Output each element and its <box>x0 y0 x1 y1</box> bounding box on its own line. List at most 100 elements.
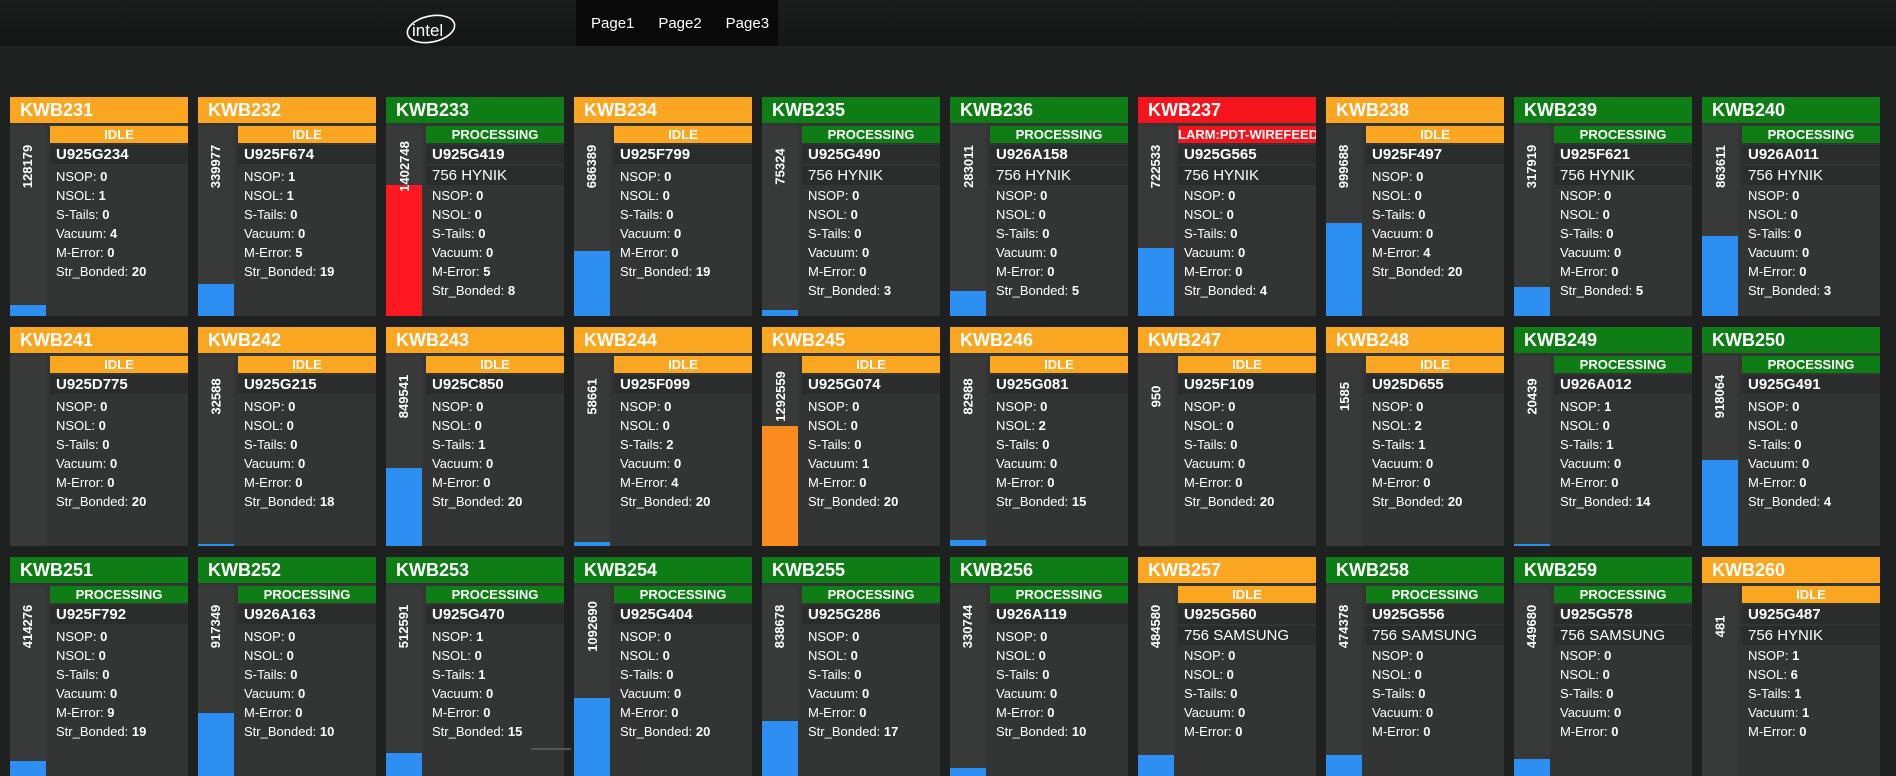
bar-fill <box>198 713 234 776</box>
machine-card[interactable]: KWB245 1292559 IDLE U925G074 NSOP: 0 NSOL: 0S… <box>762 327 940 546</box>
machine-card[interactable]: KWB247 950 IDLE U925F109 NSOP: 0 NSOL: 0 S-Tai… <box>1138 327 1316 546</box>
machine-card[interactable]: KWB237 722533 LARM:PDT-WIREFEED U925G565 756… <box>1138 97 1316 316</box>
unit-id: U925D775 <box>50 375 188 394</box>
stat-row: S-Tails: 0 <box>1184 435 1314 454</box>
machine-name: KWB234 <box>574 97 752 123</box>
stat-label: Str_Bonded: <box>1372 264 1445 279</box>
machine-card[interactable]: KWB238 999688 IDLE U925F497 NSOP: 0 NSOL: 0 S-… <box>1326 97 1504 316</box>
machine-card[interactable]: KWB231 128179 IDLE U925G234 NSOP: 0 NSOL: 1 S-… <box>10 97 188 316</box>
lot-count: 863611 <box>1712 144 1728 188</box>
stats-list: NSOP: 0 NSOL: 0 S-Tails: 0 Vacuum: 0 M-Error… <box>1748 397 1878 511</box>
stat-row: NSOL: 2 <box>996 416 1126 435</box>
machine-card[interactable]: KWB244 58661 IDLE U925F099 NSOP: 0 NSOL: 0 S-T… <box>574 327 752 546</box>
machine-name: KWB233 <box>386 97 564 123</box>
stat-row: S-Tails: 0 <box>244 435 374 454</box>
lot-count: 1402748 <box>396 140 412 192</box>
stat-row: S-Tails: 0 <box>808 435 938 454</box>
stat-row: M-Error: 0 <box>1748 722 1878 741</box>
machine-card[interactable]: KWB233 1402748 PROCESSING U925G419 756 HYNIK… <box>386 97 564 316</box>
stat-value: 1 <box>286 188 294 203</box>
machine-card[interactable]: KWB256 330744 PROCESSING U926A119 NSOP: 0 NSO… <box>950 557 1128 776</box>
machine-card[interactable]: KWB248 1585 IDLE U925D655 NSOP: 0 NSOL: 2 S-Ta… <box>1326 327 1504 546</box>
stat-value: 0 <box>485 686 494 701</box>
machine-card[interactable]: KWB252 917349 PROCESSING U926A163 NSOP: 0 NSO… <box>198 557 376 776</box>
stat-value: 1 <box>1418 437 1426 452</box>
stat-value: 14 <box>1635 494 1651 509</box>
stat-row: M-Error: 0 <box>56 473 186 492</box>
stat-row: M-Error: 0 <box>244 703 374 722</box>
stat-value: 0 <box>107 475 115 490</box>
stat-row: M-Error: 0 <box>808 703 938 722</box>
stat-value: 1 <box>1604 399 1612 414</box>
stat-row: S-Tails: 0 <box>1184 684 1314 703</box>
machine-card[interactable]: KWB241 IDLE U925D775 NSOP: 0 NSOL: 0 S-Tails:… <box>10 327 188 546</box>
stat-label: NSOP: <box>620 629 661 644</box>
lot-count-bar: 863611 <box>1702 126 1738 316</box>
stats-list: NSOP: 0 NSOL: 0 S-Tails: 0 Vacuum: 0 M-Error… <box>1748 186 1878 300</box>
stat-label: Str_Bonded: <box>1560 283 1633 298</box>
stat-value: 0 <box>1799 724 1807 739</box>
machine-card[interactable]: KWB259 449680 PROCESSING U925G578 756 SAMSUN… <box>1514 557 1692 776</box>
stat-value: 0 <box>295 475 303 490</box>
stat-row: S-Tails: 0 <box>808 224 938 243</box>
machine-card[interactable]: KWB249 20439 PROCESSING U926A012 NSOP: 1 NSOL… <box>1514 327 1692 546</box>
status-badge: PROCESSING <box>426 126 564 143</box>
stat-label: NSOP: <box>808 629 849 644</box>
stat-row: NSOP: 0 <box>56 167 186 186</box>
lot-count: 474378 <box>1336 604 1352 648</box>
machine-card[interactable]: KWB254 1092690 PROCESSING U925G404 NSOP: 0 NS… <box>574 557 752 776</box>
stat-value: 0 <box>474 207 482 222</box>
stat-value: 0 <box>1416 169 1424 184</box>
stat-label: Str_Bonded: <box>1748 494 1821 509</box>
machine-card[interactable]: KWB250 918064 PROCESSING U925G491 NSOP: 0 NSO… <box>1702 327 1880 546</box>
machine-card[interactable]: KWB234 686389 IDLE U925F799 NSOP: 0 NSOL: 0 S-… <box>574 97 752 316</box>
stat-label: S-Tails: <box>244 667 287 682</box>
stat-value: 6 <box>1790 667 1798 682</box>
unit-id: U926A163 <box>238 605 376 624</box>
machine-card[interactable]: KWB236 283011 PROCESSING U926A158 756 HYNIK N… <box>950 97 1128 316</box>
stat-value: 0 <box>1416 648 1424 663</box>
stats-list: NSOP: 0 NSOL: 2 S-Tails: 1 Vacuum: 0 M-Error… <box>1372 397 1502 511</box>
stat-row: S-Tails: 0 <box>1372 205 1502 224</box>
stat-label: M-Error: <box>1184 724 1232 739</box>
stat-row: Vacuum: 0 <box>1184 703 1314 722</box>
stat-row: S-Tails: 0 <box>996 665 1126 684</box>
stat-label: NSOP: <box>620 169 661 184</box>
stat-label: Vacuum: <box>1748 245 1799 260</box>
bar-fill <box>1702 460 1738 546</box>
machine-card[interactable]: KWB253 512591 PROCESSING U925G470 NSOP: 1 NSO… <box>386 557 564 776</box>
stat-label: M-Error: <box>432 475 480 490</box>
stat-label: NSOL: <box>808 648 848 663</box>
nav-page3[interactable]: Page3 <box>711 15 778 32</box>
stat-value: 0 <box>1038 207 1046 222</box>
stat-label: Vacuum: <box>996 456 1047 471</box>
machine-card[interactable]: KWB243 849541 IDLE U925C850 NSOP: 0 NSOL: 0 S-… <box>386 327 564 546</box>
stat-label: Vacuum: <box>1372 226 1423 241</box>
stat-value: 20 <box>131 264 147 279</box>
machine-card[interactable]: KWB246 82988 IDLE U925G081 NSOP: 0 NSOL: 2 S-T… <box>950 327 1128 546</box>
machine-card[interactable]: KWB240 863611 PROCESSING U926A011 756 HYNIK N… <box>1702 97 1880 316</box>
nav-page1[interactable]: Page1 <box>576 15 643 32</box>
unit-id: U925G081 <box>990 375 1128 394</box>
stat-label: Str_Bonded: <box>808 494 881 509</box>
stat-label: M-Error: <box>1560 475 1608 490</box>
machine-card[interactable]: KWB232 339977 IDLE U925F674 NSOP: 1 NSOL: 1 S-… <box>198 97 376 316</box>
status-badge: PROCESSING <box>238 586 376 603</box>
stat-value: 4 <box>1423 245 1431 260</box>
bar-fill <box>10 761 46 776</box>
stat-row: NSOL: 0 <box>620 416 750 435</box>
machine-card[interactable]: KWB255 838678 PROCESSING U925G286 NSOP: 0 NSO… <box>762 557 940 776</box>
stat-label: Str_Bonded: <box>244 264 317 279</box>
machine-card[interactable]: KWB258 474378 PROCESSING U925G556 756 SAMSUN… <box>1326 557 1504 776</box>
lot-count-bar: 75324 <box>762 126 798 316</box>
machine-card[interactable]: KWB239 317919 PROCESSING U925F621 756 HYNIK N… <box>1514 97 1692 316</box>
machine-card[interactable]: KWB235 75324 PROCESSING U925G490 756 HYNIK NS… <box>762 97 940 316</box>
stat-value: 9 <box>107 705 115 720</box>
machine-card[interactable]: KWB251 414276 PROCESSING U925F792 NSOP: 0 NSO… <box>10 557 188 776</box>
machine-card[interactable]: KWB260 481 IDLE U925G487 756 HYNIK NSOP: 1 NSO… <box>1702 557 1880 776</box>
stat-row: M-Error: 0 <box>1184 722 1314 741</box>
nav-page2[interactable]: Page2 <box>643 15 710 32</box>
lot-count: 339977 <box>208 144 224 188</box>
machine-card[interactable]: KWB242 32588 IDLE U925G215 NSOP: 0 NSOL: 0 S-T… <box>198 327 376 546</box>
machine-card[interactable]: KWB257 484580 IDLE U925G560 756 SAMSUNG NSOP:… <box>1138 557 1316 776</box>
